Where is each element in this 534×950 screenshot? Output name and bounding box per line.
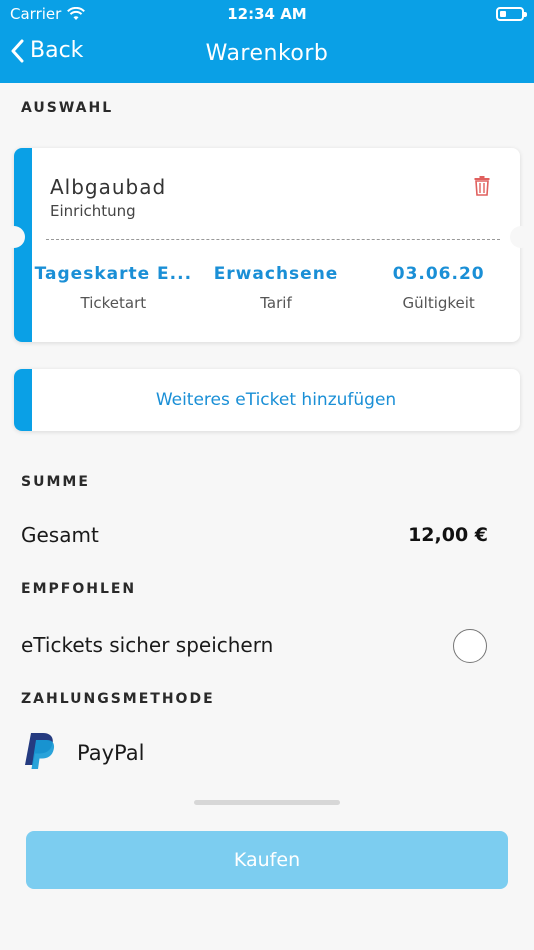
ticket-fields: Tageskarte E... Ticketart Erwachsene Tar… [32,264,520,312]
total-value: 12,00 € [408,524,488,546]
ticket-card[interactable]: Albgaubad Einrichtung Tageskarte E... Ti… [14,148,520,342]
buy-button[interactable]: Kaufen [26,831,508,889]
section-payment: ZAHLUNGSMETHODE [21,691,215,707]
ticket-divider [46,239,500,240]
secure-storage-checkbox[interactable] [453,629,487,663]
card-stripe [14,369,32,431]
add-ticket-button[interactable]: Weiteres eTicket hinzufügen [32,369,520,431]
scroll-indicator [194,800,340,805]
ticket-field-ticketart: Tageskarte E... Ticketart [32,264,195,312]
add-ticket-card: Weiteres eTicket hinzufügen [14,369,520,431]
ticket-field-tarif: Erwachsene Tarif [195,264,358,312]
field-value: Tageskarte E... [34,264,193,284]
trash-icon [474,176,490,196]
navigation-bar: Back Warenkorb [0,28,534,83]
status-bar: Carrier 12:34 AM [0,0,534,28]
field-label: Gültigkeit [402,294,475,312]
field-value: 03.06.20 [392,264,485,284]
section-selection: AUSWAHL [21,100,114,116]
field-label: Tarif [260,294,292,312]
battery-icon [496,7,527,21]
clock: 12:34 AM [227,5,307,23]
ticket-type: Einrichtung [50,202,136,220]
ticket-notch-right [510,226,532,248]
ticket-name: Albgaubad [50,175,167,199]
delete-button[interactable] [474,176,490,200]
section-recommended: EMPFOHLEN [21,581,137,597]
ticket-field-gueltigkeit: 03.06.20 Gültigkeit [357,264,520,312]
paypal-icon [25,733,55,769]
ticket-notch-left [3,226,25,248]
page-title: Warenkorb [205,41,329,66]
section-sum: SUMME [21,474,90,490]
secure-storage-label: eTickets sicher speichern [21,633,274,657]
top-bar: Carrier 12:34 AM Back Warenkorb [0,0,534,83]
paypal-label[interactable]: PayPal [77,741,144,765]
field-value: Erwachsene [213,264,339,284]
field-label: Ticketart [80,294,147,312]
